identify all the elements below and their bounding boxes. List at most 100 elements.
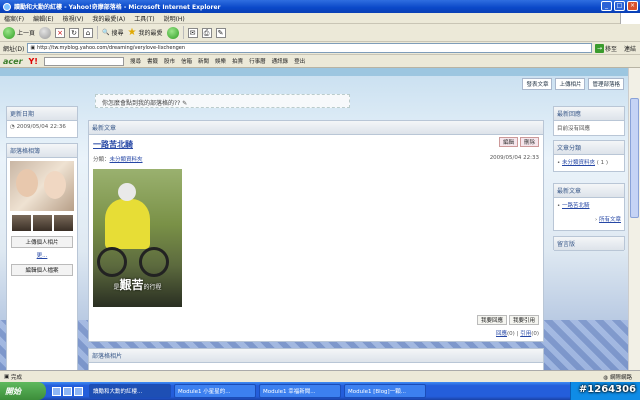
ytb-auction[interactable]: 拍賣 xyxy=(232,57,243,65)
photo-thumbnail[interactable] xyxy=(53,215,73,231)
taskbar-item[interactable]: Module1 小星星的... xyxy=(174,384,256,398)
latest-replies-panel: 最新回應 目前沒有回應 xyxy=(553,106,625,136)
home-icon[interactable]: ⌂ xyxy=(83,27,94,38)
search-button[interactable]: 🔍 搜尋 xyxy=(102,28,124,37)
start-button[interactable]: 開始 xyxy=(0,382,46,400)
stop-icon[interactable]: × xyxy=(55,27,66,38)
vertical-scrollbar[interactable] xyxy=(628,68,640,370)
quote-count-link[interactable]: 引用 xyxy=(520,331,531,337)
menu-bar: 檔案(F) 編輯(E) 檢視(V) 我的最愛(A) 工具(T) 說明(H) xyxy=(0,13,640,24)
windows-logo-icon xyxy=(620,13,640,24)
address-bar: 網址(D) ▣ http://tw.myblog.yahoo.com/dream… xyxy=(0,42,640,55)
ytb-search[interactable]: 搜尋 xyxy=(130,57,141,65)
menu-edit[interactable]: 編輯(E) xyxy=(33,14,53,23)
photo-caption: 是艱苦的行程 xyxy=(93,276,182,293)
ask-text: 你怎麼會點到我的部落格的?? xyxy=(102,100,181,107)
search-label: 搜尋 xyxy=(111,30,124,37)
history-icon[interactable] xyxy=(166,26,179,39)
more-link[interactable]: 更... xyxy=(7,251,77,259)
taskbar-item[interactable]: Module1 [Blog]一顆... xyxy=(344,384,426,398)
recent-articles-title: 最新文章 xyxy=(554,184,624,198)
title-bar[interactable]: 讀勵和大勳的紅樓 - Yahoo!奇摩部落格 - Microsoft Inter… xyxy=(0,0,640,13)
profile-photo[interactable] xyxy=(10,161,74,211)
edit-profile-button[interactable]: 編輯個人檔案 xyxy=(11,264,73,276)
cyclist-figure xyxy=(105,199,150,249)
watermark-text: #1264306 xyxy=(578,384,636,395)
upload-photo-button[interactable]: 上傳相片 xyxy=(555,78,586,90)
article-title[interactable]: 一路苦北騎 xyxy=(93,139,133,150)
quote-button[interactable]: 我要引用 xyxy=(508,315,539,325)
menu-view[interactable]: 檢視(V) xyxy=(63,14,84,23)
photo-thumbnail[interactable] xyxy=(11,215,31,231)
header-band xyxy=(0,68,628,76)
menu-tools[interactable]: 工具(T) xyxy=(134,14,154,23)
edit-button[interactable]: 編輯 xyxy=(498,137,518,147)
category-link[interactable]: 未分類資料夾 xyxy=(110,157,143,163)
print-icon[interactable]: ⎙ xyxy=(201,27,212,38)
delete-button[interactable]: 刪除 xyxy=(519,137,539,147)
ytb-bookmarks[interactable]: 書籤 xyxy=(147,57,158,65)
caption-post: 的行程 xyxy=(143,284,162,291)
ie-icon xyxy=(3,2,11,11)
blog-photos-panel: 部落格相片 xyxy=(88,348,544,370)
category-label: 分類： xyxy=(93,157,110,163)
toolbar: 上一頁 × ↻ ⌂ 🔍 搜尋 ★ 我的最愛 ✉ ⎙ ✎ xyxy=(0,24,640,42)
taskbar-item[interactable]: 讀勵和大勳的紅樓... xyxy=(89,384,171,398)
page-content: 發表文章 上傳相片 管理部落格 你怎麼會點到我的部落格的?? ✎ 更新日期 ◔ … xyxy=(0,68,628,370)
ytb-stocks[interactable]: 股市 xyxy=(164,57,175,65)
photo-thumbnail[interactable] xyxy=(32,215,52,231)
edit-page-icon[interactable]: ✎ xyxy=(215,27,226,38)
ytb-contacts[interactable]: 通訊錄 xyxy=(272,57,289,65)
quick-launch-icon[interactable] xyxy=(63,386,72,396)
go-arrow-icon: → xyxy=(594,43,604,53)
links-button[interactable]: 連結 xyxy=(624,44,636,53)
quick-launch-icon[interactable] xyxy=(74,386,83,396)
latest-articles-header: 最新文章 xyxy=(89,121,543,135)
menu-help[interactable]: 說明(H) xyxy=(164,14,185,23)
yahoo-button[interactable]: Y! xyxy=(29,57,38,66)
ytb-entertainment[interactable]: 娛樂 xyxy=(215,57,226,65)
categories-title: 文章分類 xyxy=(554,141,624,155)
caption-big: 艱苦 xyxy=(119,278,144,292)
menu-file[interactable]: 檔案(F) xyxy=(4,14,24,23)
updated-title: 更新日期 xyxy=(7,107,77,121)
forward-button[interactable] xyxy=(39,26,52,39)
category-item-link[interactable]: 未分類資料夾 xyxy=(562,160,595,166)
scrollbar-thumb[interactable] xyxy=(630,98,639,218)
close-button[interactable]: × xyxy=(627,1,638,11)
article-photo[interactable]: 是艱苦的行程 xyxy=(93,169,182,307)
reply-button[interactable]: 我要回應 xyxy=(476,315,507,325)
ytb-logout[interactable]: 登出 xyxy=(294,57,305,65)
toolbar-separator xyxy=(182,26,184,39)
ytb-news[interactable]: 新聞 xyxy=(198,57,209,65)
ytb-mail[interactable]: 信箱 xyxy=(181,57,192,65)
guestbook-title[interactable]: 留言版 xyxy=(554,237,624,251)
menu-favorites[interactable]: 我的最愛(A) xyxy=(92,14,125,23)
page-done-icon: ▣ xyxy=(4,373,10,380)
minimize-button[interactable]: _ xyxy=(601,1,612,11)
favorites-label: 我的最愛 xyxy=(138,30,163,37)
yahoo-search-input[interactable] xyxy=(43,56,124,66)
category-count: ( 1 ) xyxy=(596,160,609,166)
go-button[interactable]: → 移至 xyxy=(594,43,617,53)
manage-blog-button[interactable]: 管理部落格 xyxy=(588,78,624,90)
maximize-button[interactable]: □ xyxy=(614,1,625,11)
post-article-button[interactable]: 發表文章 xyxy=(522,78,553,90)
article-date: 2009/05/04 22:33 xyxy=(489,155,539,161)
face-image xyxy=(44,171,66,199)
mail-icon[interactable]: ✉ xyxy=(187,27,198,38)
address-input[interactable]: ▣ http://tw.myblog.yahoo.com/dreaming/ve… xyxy=(27,43,592,53)
upload-profile-photo-button[interactable]: 上傳個人相片 xyxy=(11,236,73,248)
quick-launch-icon[interactable] xyxy=(52,386,61,396)
ytb-calendar[interactable]: 行事曆 xyxy=(249,57,266,65)
back-button[interactable]: 上一頁 xyxy=(3,26,35,39)
edit-icon[interactable]: ✎ xyxy=(182,100,187,107)
recent-article-link[interactable]: 一路苦北騎 xyxy=(562,203,590,209)
refresh-icon[interactable]: ↻ xyxy=(69,27,80,38)
all-articles-link[interactable]: 所有文章 xyxy=(599,217,621,223)
taskbar-item[interactable]: Module1 幸福新聞... xyxy=(259,384,341,398)
acer-logo: acer xyxy=(3,56,23,66)
favorites-button[interactable]: ★ 我的最愛 xyxy=(128,27,163,38)
reply-count-link[interactable]: 回應 xyxy=(496,331,507,337)
guestbook-panel: 留言版 xyxy=(553,236,625,251)
